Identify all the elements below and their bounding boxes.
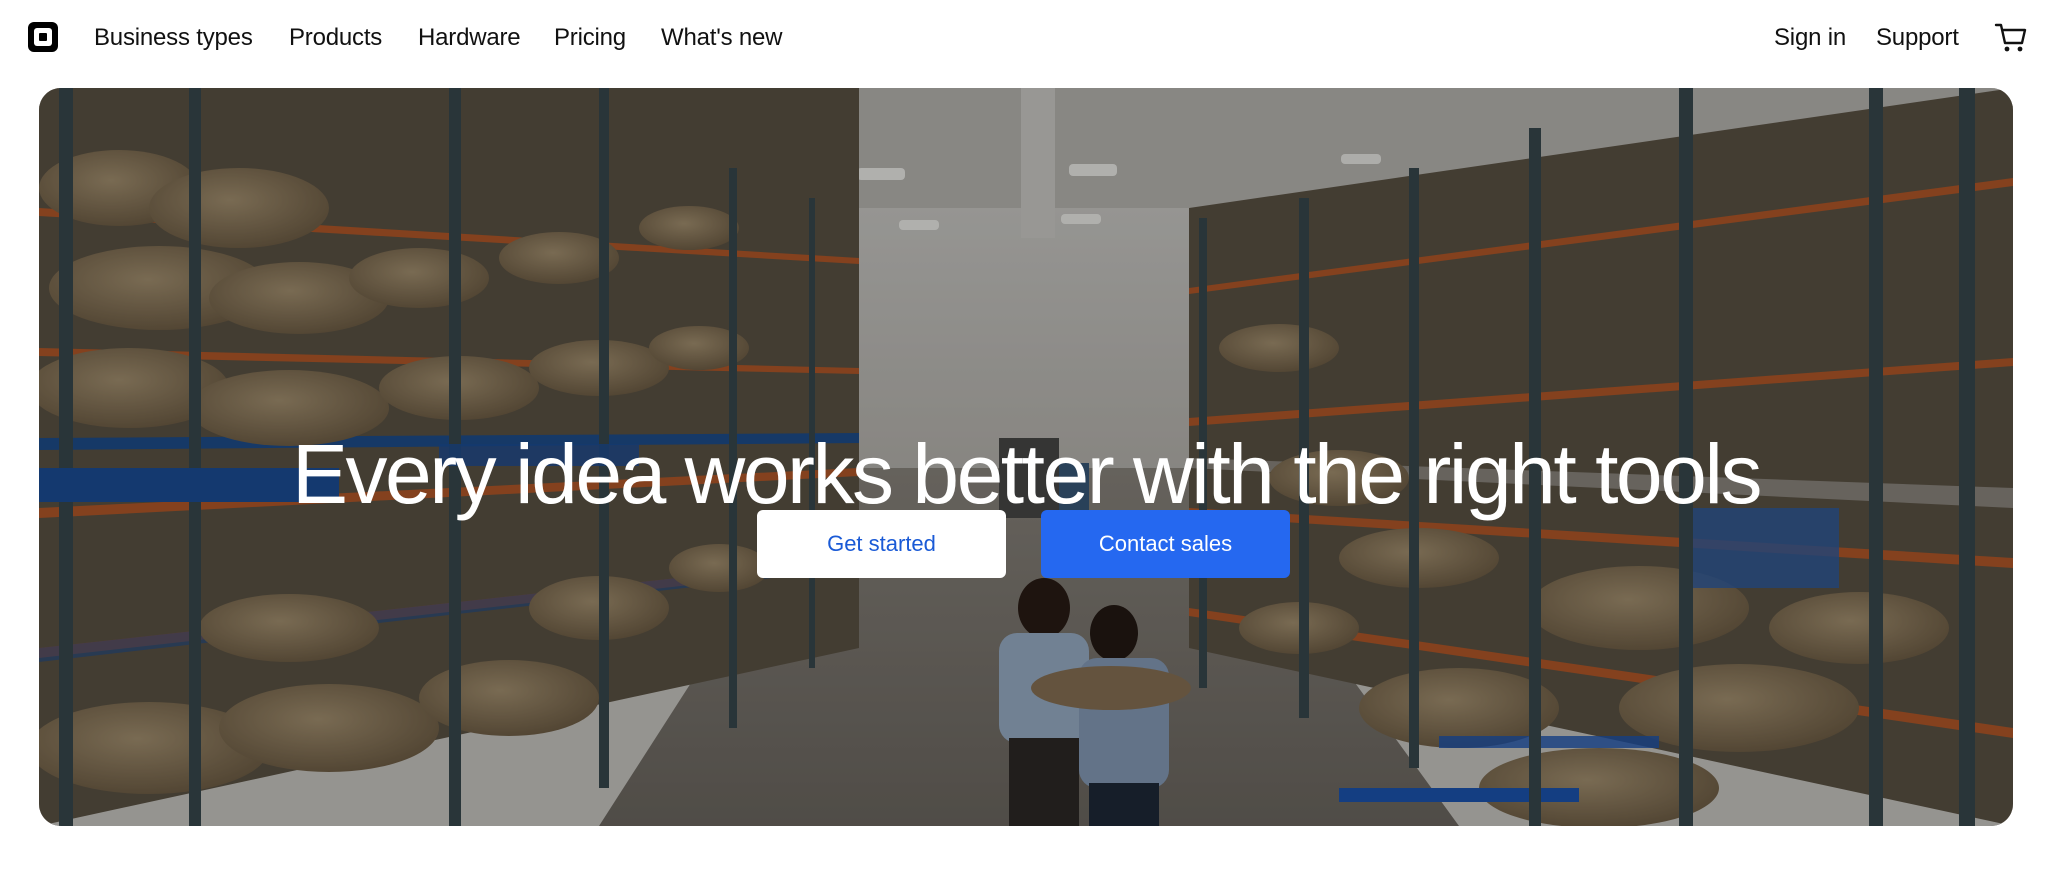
logo-core: [39, 33, 47, 41]
hero-headline: Every idea works better with the right t…: [291, 427, 1763, 521]
square-logo-icon[interactable]: [28, 22, 58, 52]
cart-icon[interactable]: [1994, 22, 2028, 54]
get-started-button[interactable]: Get started: [757, 510, 1006, 578]
nav-whats-new[interactable]: What's new: [661, 22, 782, 54]
nav-products[interactable]: Products: [289, 22, 382, 54]
sign-in-link[interactable]: Sign in: [1774, 22, 1846, 54]
support-link[interactable]: Support: [1876, 22, 1959, 54]
nav-pricing[interactable]: Pricing: [554, 22, 626, 54]
logo-inner: [34, 28, 52, 46]
contact-sales-button[interactable]: Contact sales: [1041, 510, 1290, 578]
nav-hardware[interactable]: Hardware: [418, 22, 521, 54]
hero-banner: Every idea works better with the right t…: [39, 88, 2013, 826]
top-nav: Business types Products Hardware Pricing…: [0, 0, 2048, 76]
nav-business-types[interactable]: Business types: [94, 22, 253, 54]
